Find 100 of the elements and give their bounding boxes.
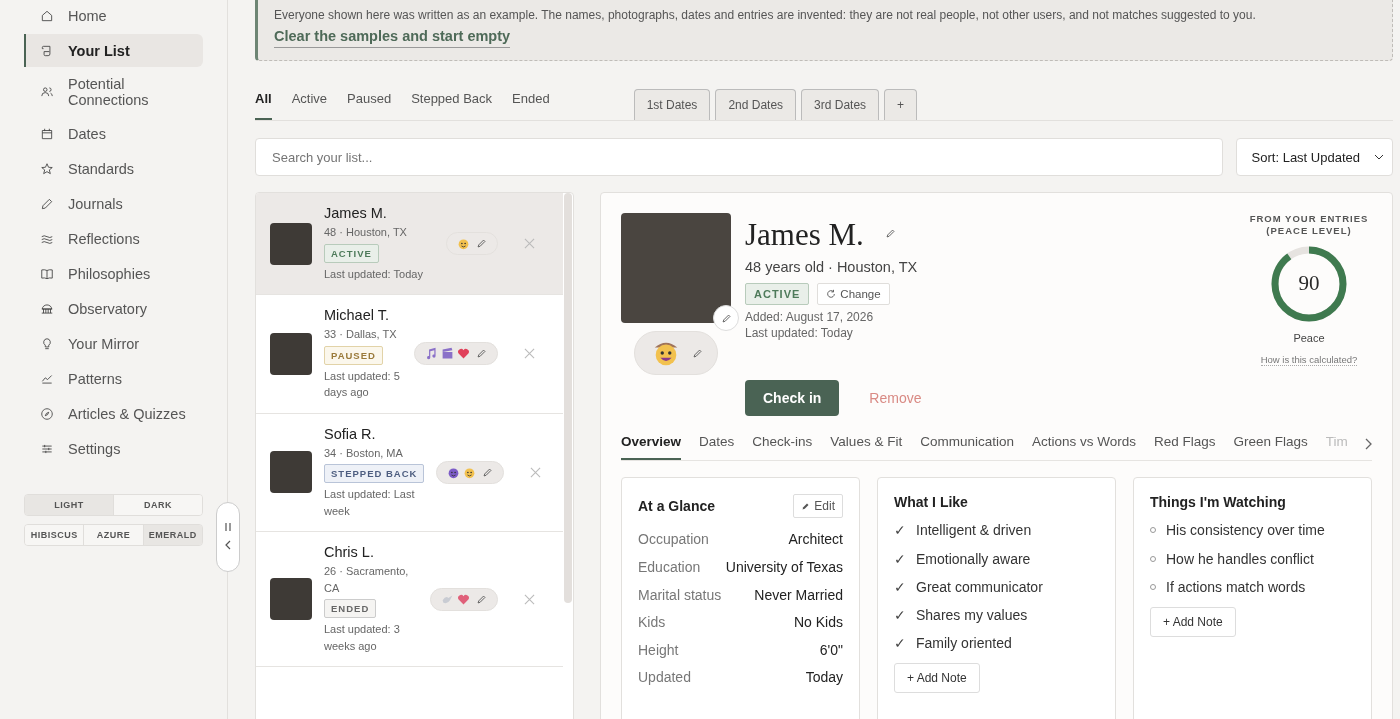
- last-updated: Last updated: Last week: [324, 487, 416, 519]
- profile-tab[interactable]: Overview: [621, 434, 682, 461]
- photo-placeholder: [270, 578, 312, 620]
- scrollbar[interactable]: [564, 193, 572, 603]
- watch-item: If actions match words: [1166, 577, 1306, 596]
- emoji-icon: [457, 237, 470, 250]
- nav-item[interactable]: Settings: [24, 431, 203, 466]
- person-card[interactable]: James M. 48 · Houston, TX ACTIVE Last updated: Today: [256, 193, 563, 295]
- nav-item[interactable]: Observatory: [24, 291, 203, 326]
- profile-tab[interactable]: Communication: [920, 434, 1014, 461]
- profile-tab[interactable]: Actions vs Words: [1031, 434, 1136, 461]
- date-tab[interactable]: 2nd Dates: [715, 89, 797, 120]
- edit-photo-button[interactable]: [713, 305, 739, 331]
- field-value: University of Texas: [725, 557, 843, 577]
- nav-item[interactable]: Patterns: [24, 361, 203, 396]
- search-field[interactable]: Search your list...: [255, 138, 1223, 176]
- filter-tab[interactable]: Paused: [347, 91, 392, 120]
- like-item: Great communicator: [916, 577, 1043, 596]
- last-updated: Last updated: 3 weeks ago: [324, 622, 401, 654]
- date-tab[interactable]: 3rd Dates: [801, 89, 880, 120]
- emoji-icon: [457, 347, 470, 361]
- check-mark: ✓: [894, 605, 906, 625]
- profile-tab[interactable]: Green Flags: [1233, 434, 1308, 461]
- pencil-icon[interactable]: [476, 238, 487, 249]
- status-badge: STEPPED BACK: [324, 464, 425, 483]
- filter-tab[interactable]: Stepped Back: [411, 91, 493, 120]
- pencil-icon[interactable]: [884, 227, 896, 239]
- filter-tab[interactable]: Ended: [512, 91, 550, 120]
- person-card[interactable]: Sofia R. 34 · Boston, MA STEPPED BACK Last updated: Last week: [256, 413, 563, 532]
- check-in-button[interactable]: Check in: [745, 380, 840, 417]
- nav-icon: [40, 85, 54, 99]
- nav-item[interactable]: Standards: [24, 151, 203, 186]
- peace-score: 90: [1297, 270, 1321, 298]
- photo-placeholder: [270, 222, 312, 265]
- filter-tab[interactable]: All: [255, 91, 272, 120]
- last-updated: Last updated: 5 days ago: [324, 368, 401, 400]
- nav-item[interactable]: Journals: [24, 186, 203, 221]
- field-label: Occupation: [638, 530, 709, 550]
- close-icon[interactable]: [524, 348, 535, 360]
- emoji-icon: [457, 592, 470, 606]
- person-meta: 26 · Sacramento, CA: [324, 564, 410, 596]
- close-icon[interactable]: [524, 593, 535, 605]
- pencil-icon[interactable]: [692, 347, 703, 359]
- mood-pill[interactable]: [430, 587, 498, 611]
- field-value: Today: [805, 668, 843, 688]
- field-label: Marital status: [638, 585, 722, 605]
- check-mark: ✓: [894, 521, 906, 540]
- pencil-icon[interactable]: [482, 466, 493, 478]
- nav-icon: [40, 196, 54, 211]
- pencil-icon[interactable]: [720, 312, 732, 324]
- nav-item[interactable]: Home: [24, 0, 203, 33]
- nav-item[interactable]: Dates: [24, 116, 203, 151]
- status-badge: ENDED: [324, 599, 377, 618]
- profile-tab[interactable]: Check-ins: [752, 434, 813, 461]
- profile-name: James M.: [745, 217, 864, 253]
- added-date: Added: August 17, 2026: [745, 311, 875, 325]
- sort-dropdown[interactable]: Sort: Last Updated: [1235, 138, 1393, 176]
- edit-button[interactable]: Edit: [793, 494, 843, 519]
- pencil-icon[interactable]: [476, 348, 487, 360]
- clear-samples-link[interactable]: Clear the samples and start empty: [274, 28, 511, 48]
- mood-pill[interactable]: [436, 460, 504, 484]
- nav-item[interactable]: Articles & Quizzes: [24, 396, 203, 431]
- nav-item[interactable]: Your Mirror: [24, 326, 203, 361]
- add-note-button[interactable]: + Add Note: [894, 663, 980, 694]
- date-tab[interactable]: +: [884, 89, 918, 120]
- close-icon[interactable]: [530, 466, 541, 478]
- add-note-button[interactable]: + Add Note: [1150, 606, 1236, 637]
- chevron-right-icon[interactable]: [1364, 438, 1372, 451]
- profile-tab[interactable]: Red Flags: [1154, 434, 1216, 461]
- pencil-icon[interactable]: [476, 593, 487, 605]
- field-label: Education: [638, 557, 701, 577]
- field-value: Architect: [788, 530, 843, 550]
- nav-item[interactable]: Potential Connections: [24, 68, 203, 116]
- mood-pill[interactable]: [414, 342, 498, 366]
- field-label: Height: [638, 640, 679, 660]
- profile-tab[interactable]: Dates: [699, 434, 735, 461]
- collapse-handle[interactable]: [216, 502, 240, 572]
- status-badge: ACTIVE: [324, 243, 379, 263]
- date-tab[interactable]: 1st Dates: [633, 89, 711, 120]
- theme-toggle[interactable]: EMERALD: [143, 525, 202, 545]
- person-card[interactable]: Chris L. 26 · Sacramento, CA ENDED Last updated: 3 weeks ago: [256, 532, 563, 667]
- nav-icon: [40, 161, 54, 176]
- nav-icon: [40, 301, 54, 316]
- nav-item[interactable]: Philosophies: [24, 256, 203, 291]
- person-meta: 48 · Houston, TX: [324, 225, 408, 240]
- photo-placeholder: [270, 451, 312, 494]
- nav-icon: [40, 8, 54, 23]
- mode-toggle[interactable]: LIGHT: [25, 495, 114, 515]
- how-calculated-link[interactable]: How is this calculated?: [1260, 353, 1358, 366]
- nav-item[interactable]: Your List: [24, 34, 203, 67]
- person-name: Chris L.: [324, 544, 375, 560]
- person-card[interactable]: Michael T. 33 · Dallas, TX PAUSED Last updated: 5 days ago: [256, 295, 563, 414]
- field-label: Kids: [638, 613, 666, 633]
- profile-tab[interactable]: Values & Fit: [830, 434, 903, 461]
- filter-tab[interactable]: Active: [291, 91, 328, 120]
- theme-toggle[interactable]: HIBISCUS: [25, 525, 85, 545]
- change-status-button[interactable]: Change: [817, 283, 890, 305]
- nav-item[interactable]: Reflections: [24, 221, 203, 256]
- emoji-icon: [441, 347, 454, 361]
- nav-icon: [40, 336, 54, 351]
